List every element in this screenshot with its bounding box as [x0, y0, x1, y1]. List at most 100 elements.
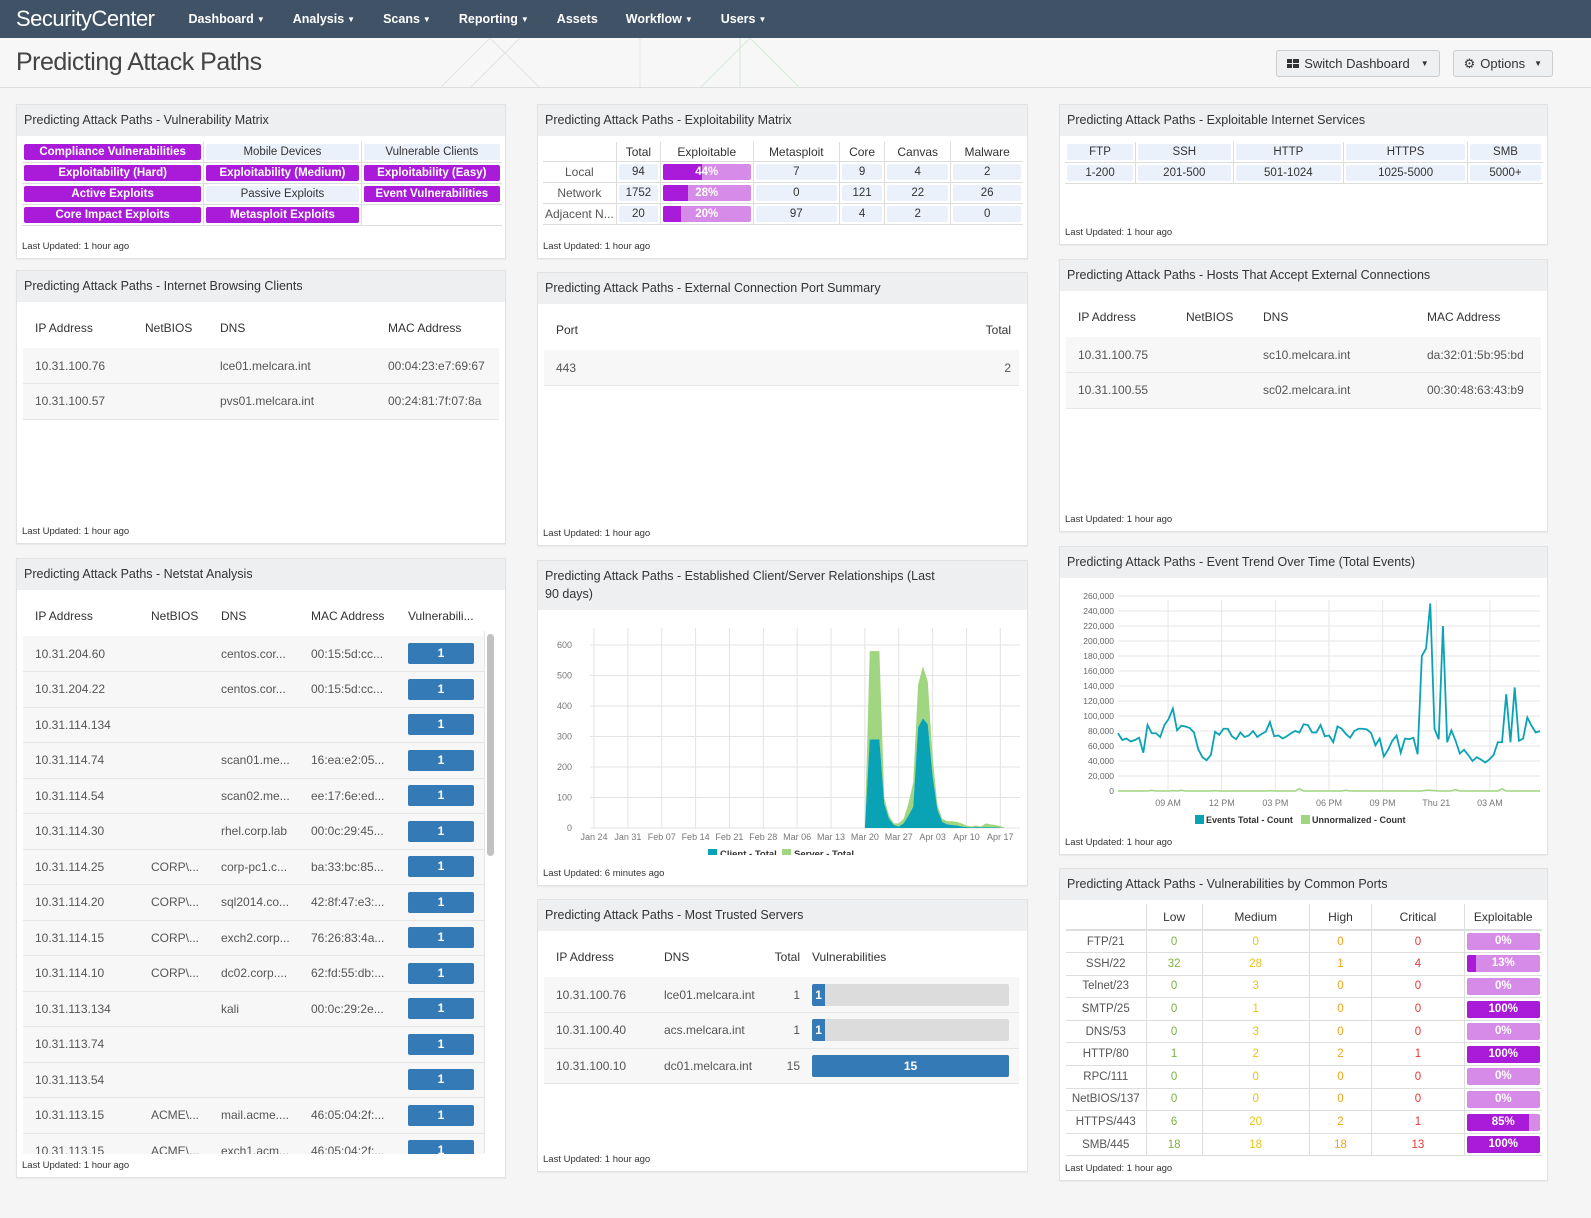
nav-scans[interactable]: Scans ▼ — [383, 12, 431, 26]
high-cell[interactable]: 0 — [1309, 1088, 1373, 1112]
metasploit-value[interactable]: 7 — [755, 164, 838, 180]
table-row[interactable]: 10.31.100.10 dc01.melcara.int 15 15 — [544, 1048, 1019, 1084]
vulnerability-count-button[interactable]: 1 — [408, 856, 474, 878]
table-row[interactable]: 10.31.204.60 centos.cor... 00:15:5d:cc... 1 — [23, 636, 485, 672]
table-row[interactable]: RPC/111 0 0 0 0 0% — [1066, 1065, 1542, 1089]
matrix-indicator[interactable]: Exploitability (Hard) — [24, 165, 202, 181]
high-cell[interactable]: 0 — [1309, 997, 1373, 1021]
column-header[interactable]: IP Address — [23, 596, 139, 636]
medium-cell[interactable]: 3 — [1202, 1020, 1310, 1044]
medium-cell[interactable]: 0 — [1202, 930, 1310, 954]
switch-dashboard-button[interactable]: Switch Dashboard ▼ — [1276, 50, 1440, 77]
table-row[interactable]: 10.31.100.40 acs.melcara.int 1 1 — [544, 1012, 1019, 1049]
table-row[interactable]: 443 2 — [544, 350, 1019, 386]
vulnerability-bar[interactable]: 15 — [812, 1054, 1009, 1077]
column-header[interactable]: Total — [760, 937, 800, 977]
column-header[interactable]: IP Address — [1066, 297, 1174, 337]
vulnerability-bar[interactable]: 1 — [812, 1019, 1009, 1042]
exploitable-bar[interactable]: 100% — [1466, 1000, 1540, 1018]
service-header[interactable]: HTTPS — [1346, 144, 1466, 160]
low-cell[interactable]: 0 — [1146, 1020, 1203, 1044]
table-row[interactable]: DNS/53 0 3 0 0 0% — [1066, 1020, 1542, 1044]
service-value[interactable]: 1-200 — [1067, 165, 1134, 181]
scrollbar-thumb[interactable] — [487, 634, 494, 856]
service-value[interactable]: 1025-5000 — [1346, 165, 1466, 181]
exploitable-bar[interactable]: 85% — [1466, 1113, 1540, 1131]
column-header[interactable]: MAC Address — [299, 596, 396, 636]
table-row[interactable]: 10.31.113.74 1 — [23, 1026, 485, 1063]
low-cell[interactable]: 1 — [1146, 1042, 1203, 1067]
exploitable-bar[interactable]: 0% — [1466, 933, 1540, 951]
legend-label[interactable]: Server - Total — [794, 849, 854, 855]
low-cell[interactable]: 32 — [1146, 952, 1203, 976]
column-header[interactable]: DNS — [652, 937, 760, 977]
low-cell[interactable]: 0 — [1146, 997, 1203, 1021]
column-header[interactable]: NetBIOS — [1174, 297, 1251, 337]
column-header[interactable]: IP Address — [23, 308, 133, 348]
exploitable-bar[interactable]: 100% — [1466, 1136, 1540, 1154]
medium-cell[interactable]: 18 — [1202, 1133, 1310, 1157]
exploitable-bar[interactable]: 0% — [1466, 1023, 1540, 1041]
vulnerability-count-button[interactable]: 1 — [408, 714, 474, 736]
service-value[interactable]: 201-500 — [1138, 165, 1231, 181]
critical-cell[interactable]: 13 — [1371, 1133, 1465, 1157]
column-header[interactable]: Vulnerabilities — [800, 937, 1019, 977]
high-cell[interactable]: 0 — [1309, 930, 1373, 954]
service-header[interactable]: HTTP — [1235, 144, 1342, 160]
medium-cell[interactable]: 0 — [1202, 1088, 1310, 1112]
column-header[interactable]: DNS — [209, 596, 299, 636]
canvas-value[interactable]: 4 — [887, 164, 949, 180]
matrix-indicator[interactable]: Exploitability (Easy) — [363, 165, 500, 181]
service-header[interactable]: FTP — [1067, 144, 1134, 160]
high-cell[interactable]: 0 — [1309, 975, 1373, 999]
nav-users[interactable]: Users ▼ — [721, 12, 767, 26]
table-row[interactable]: HTTP/80 1 2 2 1 100% — [1066, 1042, 1542, 1067]
total-value[interactable]: 20 — [618, 206, 659, 222]
exploitable-bar[interactable]: 100% — [1466, 1045, 1540, 1063]
table-row[interactable]: 10.31.100.57 pvs01.melcara.int 00:24:81:7f… — [23, 383, 499, 420]
core-value[interactable]: 4 — [842, 206, 883, 222]
medium-cell[interactable]: 28 — [1202, 952, 1310, 976]
total-value[interactable]: 94 — [618, 164, 659, 180]
matrix-indicator[interactable]: Compliance Vulnerabilities — [24, 144, 202, 160]
critical-cell[interactable]: 0 — [1371, 1088, 1465, 1112]
exploitable-bar[interactable]: 28% — [663, 185, 751, 201]
column-header[interactable]: NetBIOS — [139, 596, 209, 636]
exploitable-bar[interactable]: 20% — [663, 206, 751, 222]
total-value[interactable]: 1752 — [618, 185, 659, 201]
legend-label[interactable]: Client - Total — [720, 849, 777, 855]
low-cell[interactable]: 18 — [1146, 1133, 1203, 1157]
metasploit-value[interactable]: 97 — [755, 206, 838, 222]
table-row[interactable]: SMB/445 18 18 18 13 100% — [1066, 1133, 1542, 1157]
vulnerability-count-button[interactable]: 1 — [408, 998, 474, 1020]
vulnerability-count-button[interactable]: 1 — [408, 927, 474, 949]
service-header[interactable]: SMB — [1470, 144, 1541, 160]
table-row[interactable]: SMTP/25 0 1 0 0 100% — [1066, 997, 1542, 1021]
table-row[interactable]: 10.31.100.76 lce01.melcara.int 1 1 — [544, 977, 1019, 1013]
nav-reporting[interactable]: Reporting ▼ — [459, 12, 529, 26]
exploitable-bar[interactable]: 0% — [1466, 1090, 1540, 1108]
service-value[interactable]: 5000+ — [1470, 165, 1541, 181]
low-cell[interactable]: 6 — [1146, 1110, 1203, 1134]
canvas-value[interactable]: 2 — [887, 206, 949, 222]
table-row[interactable]: 10.31.113.54 1 — [23, 1062, 485, 1098]
high-cell[interactable]: 0 — [1309, 1065, 1373, 1089]
legend-label[interactable]: Events Total - Count — [1206, 815, 1293, 825]
malware-value[interactable]: 26 — [953, 185, 1021, 201]
exploitable-bar[interactable]: 44% — [663, 164, 751, 180]
column-header[interactable]: DNS — [208, 308, 376, 348]
nav-dashboard[interactable]: Dashboard ▼ — [189, 12, 265, 26]
high-cell[interactable]: 18 — [1309, 1133, 1373, 1157]
column-header[interactable]: DNS — [1251, 297, 1415, 337]
vulnerability-count-button[interactable]: 1 — [408, 1140, 474, 1154]
canvas-value[interactable]: 22 — [887, 185, 949, 201]
matrix-indicator[interactable]: Vulnerable Clients — [363, 144, 500, 160]
low-cell[interactable]: 0 — [1146, 1065, 1203, 1089]
table-row[interactable]: 10.31.100.75 sc10.melcara.int da:32:01:5b:… — [1066, 337, 1541, 373]
nav-analysis[interactable]: Analysis ▼ — [293, 12, 355, 26]
vulnerability-count-button[interactable]: 1 — [408, 643, 474, 664]
table-row[interactable]: 10.31.100.76 lce01.melcara.int 00:04:23:e7… — [23, 348, 499, 384]
low-cell[interactable]: 0 — [1146, 930, 1203, 954]
vulnerability-count-button[interactable]: 1 — [408, 678, 474, 700]
vulnerability-count-button[interactable]: 1 — [408, 1069, 474, 1091]
